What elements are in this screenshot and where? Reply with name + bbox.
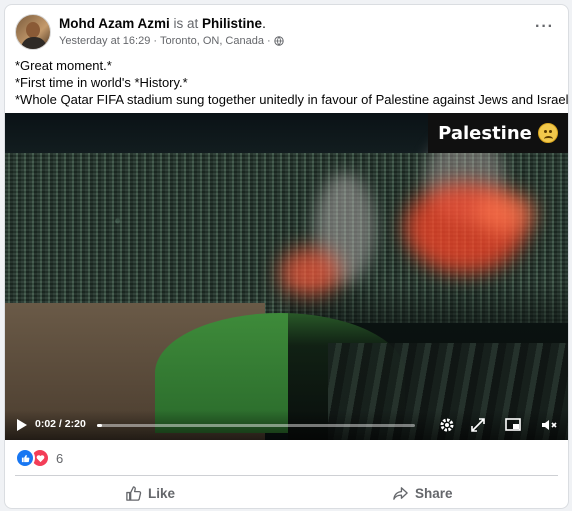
- video-player[interactable]: Palestine 0:02 / 2:20: [5, 113, 568, 440]
- mute-icon[interactable]: [540, 416, 558, 434]
- post-meta: Yesterday at 16:29 · Toronto, ON, Canada…: [59, 35, 284, 47]
- location-tag[interactable]: Philistine: [202, 16, 262, 31]
- meta-separator-2: ·: [266, 35, 271, 47]
- author-name[interactable]: Mohd Azam Azmi: [59, 16, 170, 31]
- globe-icon[interactable]: [273, 36, 284, 46]
- post-timestamp[interactable]: Yesterday at 16:29: [59, 35, 150, 47]
- share-button[interactable]: Share: [392, 481, 453, 505]
- like-label: Like: [148, 485, 176, 501]
- is-at-text: is at: [173, 16, 199, 31]
- play-icon[interactable]: [17, 419, 27, 431]
- like-button[interactable]: Like: [125, 481, 175, 505]
- post-header: Mohd Azam Azmi is at Philistine. Yesterd…: [15, 14, 558, 52]
- overlay-text: Palestine: [438, 122, 532, 144]
- expand-icon[interactable]: [469, 416, 487, 434]
- share-arrow-icon: [393, 486, 408, 500]
- avatar[interactable]: [15, 14, 51, 50]
- post-text: *Great moment.* *First time in world's *…: [15, 57, 569, 108]
- progress-bar[interactable]: [97, 424, 415, 427]
- reaction-count: 6: [56, 450, 64, 466]
- divider: [15, 475, 558, 476]
- more-options-button[interactable]: ···: [535, 18, 554, 36]
- post-text-line-1: *Great moment.*: [15, 58, 112, 73]
- time-display: 0:02 / 2:20: [35, 418, 86, 430]
- video-overlay-banner: Palestine: [428, 113, 568, 153]
- post-title-line: Mohd Azam Azmi is at Philistine.: [59, 16, 266, 31]
- share-label: Share: [415, 485, 453, 501]
- picture-in-picture-icon[interactable]: [504, 416, 522, 434]
- reactions-summary[interactable]: 6: [15, 448, 63, 468]
- post-text-line-2: *First time in world's *History.*: [15, 75, 188, 90]
- video-controls: 0:02 / 2:20: [5, 410, 568, 440]
- like-reaction-icon: [15, 448, 35, 468]
- progress-fill: [97, 424, 102, 427]
- title-period: .: [262, 16, 266, 31]
- post-card: Mohd Azam Azmi is at Philistine. Yesterd…: [4, 4, 569, 509]
- sad-face-emoji: [537, 123, 558, 143]
- settings-icon[interactable]: [438, 416, 456, 434]
- meta-separator: ·: [153, 35, 158, 47]
- post-place[interactable]: Toronto, ON, Canada: [160, 35, 264, 47]
- thumbs-up-icon: [126, 485, 142, 501]
- post-text-line-3: *Whole Qatar FIFA stadium sung together …: [15, 92, 569, 107]
